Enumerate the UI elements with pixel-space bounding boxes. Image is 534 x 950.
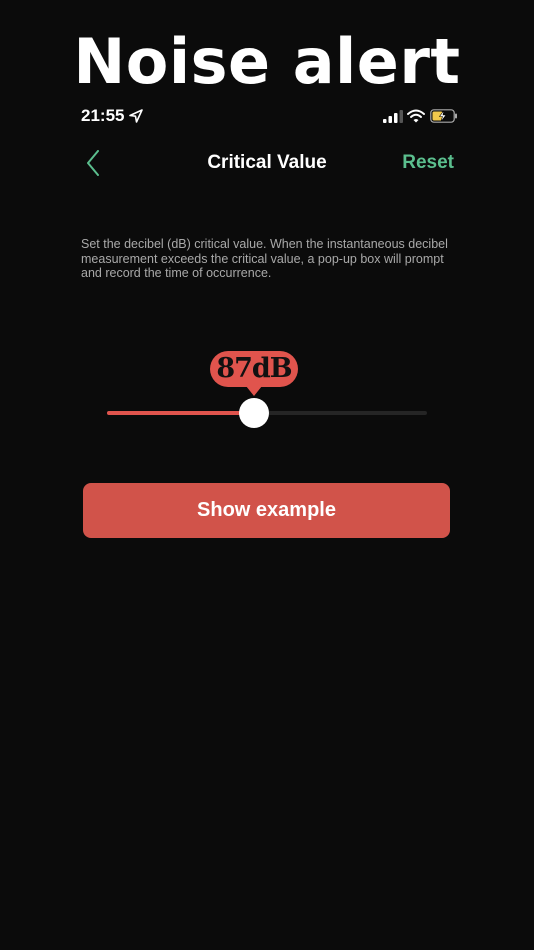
- slider-thumb[interactable]: [239, 398, 269, 428]
- status-bar: 21:55: [0, 104, 534, 128]
- cellular-signal-icon: [383, 110, 403, 123]
- status-time: 21:55: [81, 106, 125, 125]
- banner-title: Noise alert: [73, 25, 461, 98]
- battery-charging-icon: [430, 109, 457, 123]
- slider-fill: [107, 411, 254, 415]
- nav-bar: Critical Value Reset: [0, 140, 534, 186]
- description-text: Set the decibel (dB) critical value. Whe…: [81, 237, 448, 281]
- reset-button[interactable]: Reset: [402, 140, 454, 186]
- value-bubble: 87dB: [210, 351, 298, 396]
- location-arrow-icon: [129, 109, 143, 123]
- critical-value-slider[interactable]: 87dB: [107, 351, 427, 431]
- show-example-button[interactable]: Show example: [83, 483, 450, 538]
- wifi-icon: [407, 109, 425, 123]
